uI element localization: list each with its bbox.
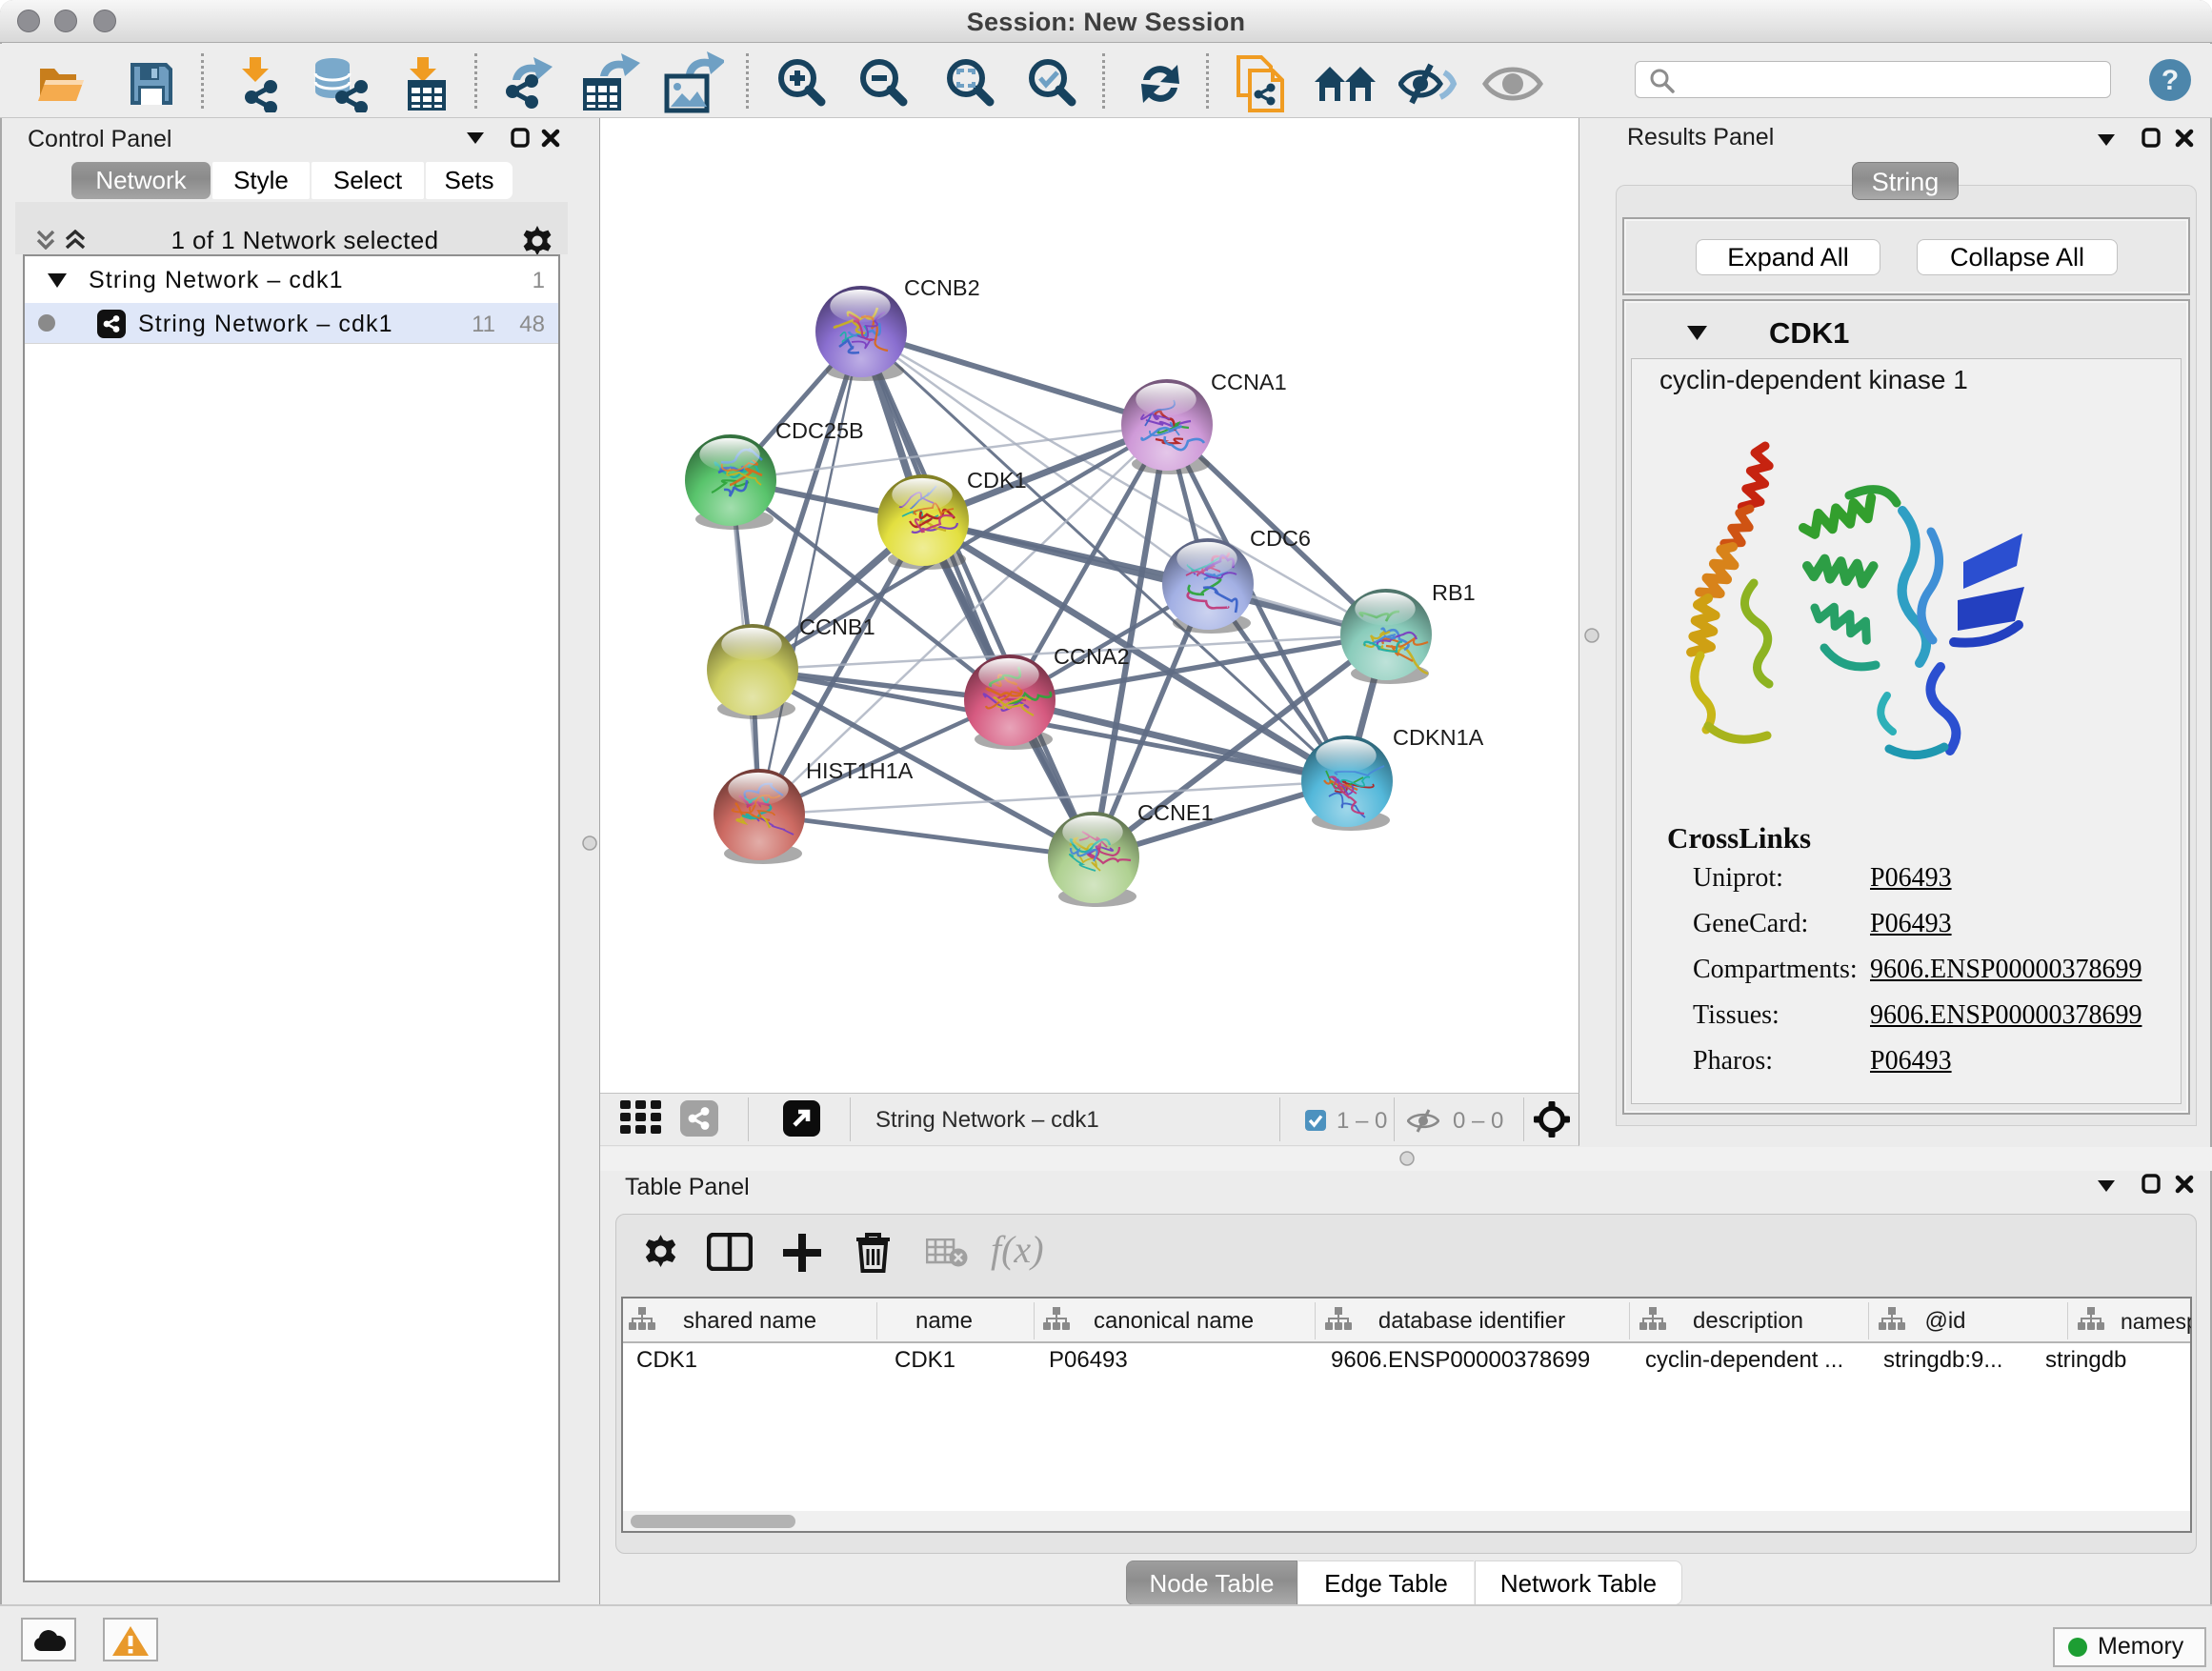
svg-text:?: ? xyxy=(2162,65,2179,96)
svg-text:CCNB2: CCNB2 xyxy=(904,275,980,300)
svg-text:CDC6: CDC6 xyxy=(1250,526,1311,551)
svg-text:CCNB1: CCNB1 xyxy=(799,614,875,639)
svg-text:CDKN1A: CDKN1A xyxy=(1393,725,1484,750)
svg-text:HIST1H1A: HIST1H1A xyxy=(806,758,914,783)
svg-text:CCNA1: CCNA1 xyxy=(1211,370,1287,394)
svg-text:CCNA2: CCNA2 xyxy=(1054,644,1130,669)
svg-text:CCNE1: CCNE1 xyxy=(1137,800,1214,825)
svg-text:RB1: RB1 xyxy=(1432,580,1476,605)
svg-text:CDC25B: CDC25B xyxy=(775,418,864,443)
svg-text:CDK1: CDK1 xyxy=(967,468,1027,493)
